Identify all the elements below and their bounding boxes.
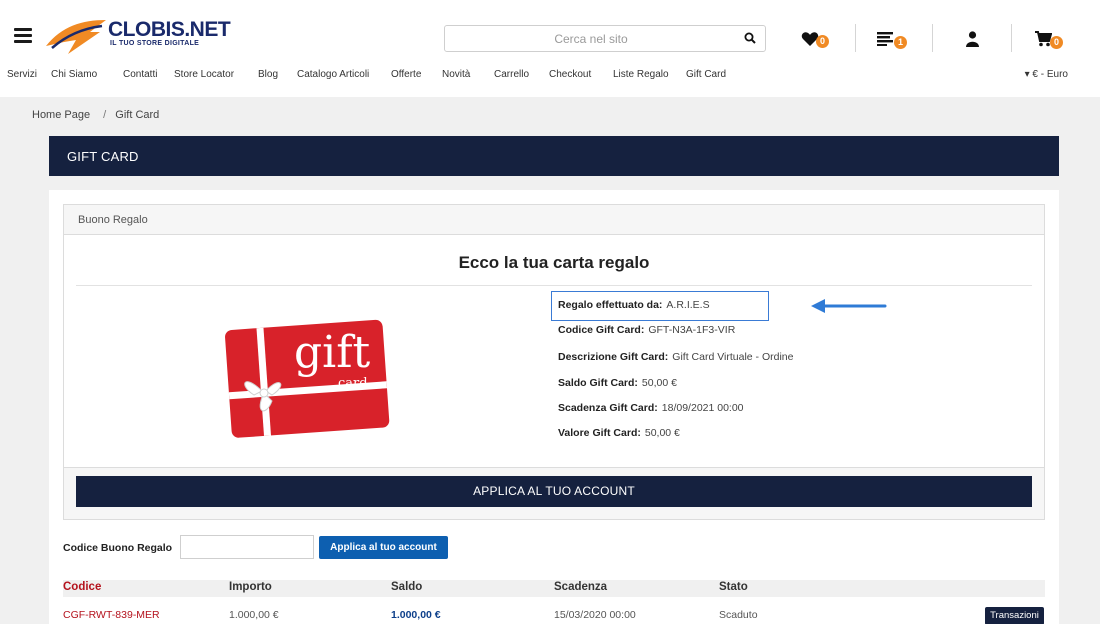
voucher-code-label: Codice Buono Regalo (63, 542, 173, 554)
main-content: Buono Regalo Ecco la tua carta regalo gi… (49, 190, 1059, 624)
main-nav: Servizi Chi Siamo Contatti Store Locator… (0, 66, 1100, 86)
detail-label: Saldo Gift Card: (558, 377, 638, 389)
lists-button[interactable]: 1 (877, 28, 909, 50)
cart-button[interactable]: 0 (1035, 28, 1067, 50)
nav-item-blog[interactable]: Blog (258, 69, 278, 80)
page-title-bar: GIFT CARD (49, 136, 1059, 176)
nav-item-contatti[interactable]: Contatti (123, 69, 157, 80)
site-logo[interactable]: CLOBIS.NET IL TUO STORE DIGITALE (42, 16, 242, 58)
column-header-codice: Codice (63, 581, 102, 593)
divider (76, 285, 1032, 286)
panel-header-label: Buono Regalo (78, 214, 148, 226)
nav-item-novita[interactable]: Novità (442, 69, 470, 80)
nav-item-carrello[interactable]: Carrello (494, 69, 529, 80)
nav-item-offerte[interactable]: Offerte (391, 69, 421, 80)
nav-item-liste-regalo[interactable]: Liste Regalo (613, 69, 669, 80)
detail-value: Gift Card Virtuale - Ordine (672, 351, 794, 363)
detail-label: Valore Gift Card: (558, 427, 641, 439)
logo-name: CLOBIS.NET (108, 18, 231, 41)
detail-label: Scadenza Gift Card: (558, 402, 658, 414)
gift-card-image-word: gift (294, 327, 371, 378)
currency-selector[interactable]: ▾ € - Euro (1025, 69, 1068, 80)
header-divider (932, 24, 933, 52)
column-header-saldo: Saldo (391, 581, 423, 593)
detail-value: 50,00 € (644, 427, 680, 439)
cell-saldo: 1.000,00 € (391, 609, 441, 621)
search-placeholder: Cerca nel sito (554, 32, 628, 46)
breadcrumb-current: Gift Card (115, 109, 160, 121)
table-row: CGF-RWT-839-MER 1.000,00 € 1.000,00 € 15… (63, 603, 1045, 624)
detail-code: Codice Gift Card: GFT-N3A-1F3-VIR (558, 324, 735, 336)
detail-description: Descrizione Gift Card: Gift Card Virtuale… (558, 351, 793, 363)
logo-swoosh-icon (46, 20, 106, 54)
table-header: Codice Importo Saldo Scadenza Stato (63, 580, 1045, 597)
breadcrumb-separator: / (103, 109, 107, 121)
arrow-left-icon (811, 299, 887, 313)
search-icon[interactable] (744, 32, 756, 44)
column-header-stato: Stato (719, 581, 748, 593)
cart-count-badge: 0 (1050, 36, 1063, 49)
logo-tagline: IL TUO STORE DIGITALE (110, 40, 200, 47)
apply-to-account-button[interactable]: APPLICA AL TUO ACCOUNT (76, 476, 1032, 507)
column-header-importo: Importo (229, 581, 272, 593)
panel-footer: APPLICA AL TUO ACCOUNT (64, 467, 1044, 519)
header-divider (855, 24, 856, 52)
gift-card-image-subword: card (338, 376, 368, 391)
detail-sender: Regalo effettuato da: A.R.I.E.S (558, 299, 710, 311)
column-header-scadenza: Scadenza (554, 581, 608, 593)
detail-label: Codice Gift Card: (558, 324, 645, 336)
nav-item-gift-card[interactable]: Gift Card (686, 69, 726, 80)
cell-codice[interactable]: CGF-RWT-839-MER (63, 609, 160, 621)
cell-stato: Scaduto (719, 609, 758, 621)
breadcrumb-home[interactable]: Home Page (32, 109, 90, 121)
nav-item-chi-siamo[interactable]: Chi Siamo (51, 69, 97, 80)
menu-icon[interactable] (14, 28, 32, 43)
wishlist-button[interactable]: 0 (801, 28, 833, 50)
detail-label: Regalo effettuato da: (558, 299, 663, 311)
detail-balance: Saldo Gift Card: 50,00 € (558, 377, 677, 389)
gift-card-title: Ecco la tua carta regalo (458, 253, 650, 272)
search-input[interactable]: Cerca nel sito (444, 25, 766, 52)
breadcrumb: Home Page / Gift Card (32, 109, 159, 121)
nav-item-checkout[interactable]: Checkout (549, 69, 591, 80)
voucher-apply-button[interactable]: Applica al tuo account (319, 536, 448, 559)
wishlist-count-badge: 0 (816, 35, 829, 48)
transactions-button[interactable]: Transazioni (985, 607, 1044, 624)
detail-value: 50,00 € (641, 377, 677, 389)
nav-item-servizi[interactable]: Servizi (7, 69, 37, 80)
voucher-code-input[interactable] (180, 535, 314, 559)
detail-expiry: Scadenza Gift Card: 18/09/2021 00:00 (558, 402, 744, 414)
detail-label: Descrizione Gift Card: (558, 351, 669, 363)
lists-count-badge: 1 (894, 36, 907, 49)
nav-item-store-locator[interactable]: Store Locator (174, 69, 234, 80)
detail-value-amount: Valore Gift Card: 50,00 € (558, 427, 680, 439)
panel-header: Buono Regalo (64, 205, 1044, 235)
nav-item-catalogo[interactable]: Catalogo Articoli (297, 69, 369, 80)
page-title: GIFT CARD (67, 149, 139, 164)
gift-card-panel: Buono Regalo Ecco la tua carta regalo gi… (63, 204, 1045, 520)
detail-value: 18/09/2021 00:00 (661, 402, 744, 414)
cell-scadenza: 15/03/2020 00:00 (554, 609, 636, 621)
user-icon (966, 31, 979, 47)
detail-value: A.R.I.E.S (666, 299, 710, 311)
header-divider (1011, 24, 1012, 52)
gift-card-image: gift card (214, 313, 394, 441)
cell-importo: 1.000,00 € (229, 609, 279, 621)
list-icon (877, 32, 893, 46)
detail-value: GFT-N3A-1F3-VIR (648, 324, 736, 336)
account-button[interactable] (966, 28, 982, 50)
site-header: CLOBIS.NET IL TUO STORE DIGITALE Cerca n… (0, 0, 1100, 97)
